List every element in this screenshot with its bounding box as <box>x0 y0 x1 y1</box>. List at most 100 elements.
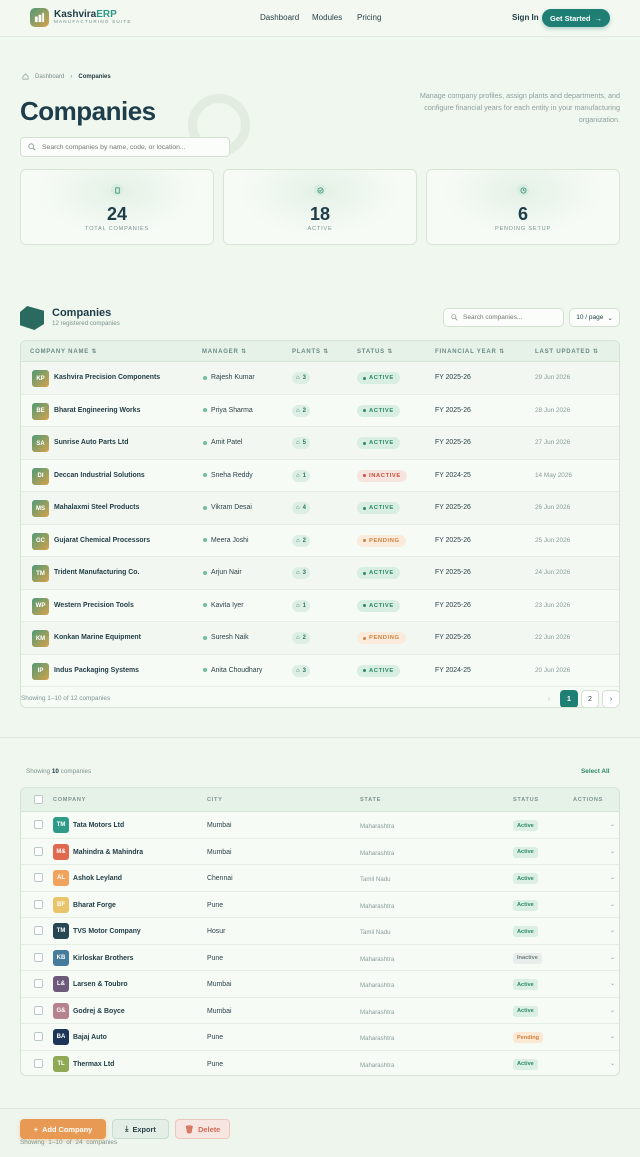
table-row[interactable]: DI Deccan Industrial Solutions Sneha Reddy… <box>21 460 619 492</box>
more-actions-icon[interactable]: ⌄ <box>610 848 615 855</box>
col-plants[interactable]: PLANTS ⇅ <box>292 348 329 355</box>
row-checkbox[interactable] <box>34 979 43 988</box>
company-name[interactable]: Western Precision Tools <box>54 602 134 609</box>
add-company-button[interactable]: + Add Company <box>20 1119 106 1139</box>
company-name[interactable]: Bharat Forge <box>73 902 116 909</box>
table-row[interactable]: M& Mahindra & Mahindra Mumbai Maharashtra Ac… <box>21 839 619 865</box>
table-row[interactable]: TM Tata Motors Ltd Mumbai Maharashtra Active… <box>21 812 619 839</box>
company-name[interactable]: Mahalaxmi Steel Products <box>54 504 139 511</box>
company-name[interactable]: Sunrise Auto Parts Ltd <box>54 439 128 446</box>
table-row[interactable]: BF Bharat Forge Pune Maharashtra Active ⌄ <box>21 892 619 918</box>
plants-badge: ⌂ 2 <box>292 404 310 417</box>
table-row[interactable]: MS Mahalaxmi Steel Products Vikram Desai ⌂ 4… <box>21 492 619 525</box>
city: Mumbai <box>207 822 232 829</box>
row-checkbox[interactable] <box>34 1058 43 1068</box>
select-all-checkbox[interactable] <box>34 795 43 804</box>
company-name[interactable]: Indus Packaging Systems <box>54 667 139 674</box>
get-started-button[interactable]: Get Started → <box>542 9 610 27</box>
company-name[interactable]: Konkan Marine Equipment <box>54 634 141 641</box>
sign-in-link[interactable]: Sign In <box>512 13 539 22</box>
status-dot-icon <box>363 474 366 477</box>
factory-icon: ⌂ <box>296 570 300 576</box>
company-avatar: L& <box>53 976 69 992</box>
more-actions-icon[interactable]: ⌄ <box>610 821 615 828</box>
status-badge: Inactive <box>513 952 542 964</box>
row-checkbox[interactable] <box>34 952 43 962</box>
more-actions-icon[interactable]: ⌄ <box>610 874 615 881</box>
nav-link-modules[interactable]: Modules <box>312 13 342 22</box>
company-name[interactable]: Thermax Ltd <box>73 1061 114 1068</box>
pagination-prev[interactable]: ‹ <box>540 690 558 707</box>
col-state: STATE <box>360 797 382 803</box>
select-all-link[interactable]: Select All <box>581 768 610 775</box>
row-checkbox[interactable] <box>34 820 43 829</box>
table-search[interactable] <box>443 308 564 327</box>
brand-tagline: MANUFACTURING SUITE <box>54 19 132 24</box>
row-checkbox[interactable] <box>34 899 43 909</box>
nav-link-dashboard[interactable]: Dashboard <box>260 13 299 22</box>
row-checkbox[interactable] <box>34 1032 43 1041</box>
col-company-name[interactable]: COMPANY NAME ⇅ <box>30 348 97 355</box>
table-row[interactable]: L& Larsen & Toubro Mumbai Maharashtra Active… <box>21 971 619 998</box>
table-row[interactable]: SA Sunrise Auto Parts Ltd Amit Patel ⌂ 5 ACTI… <box>21 427 619 460</box>
company-name[interactable]: Bajaj Auto <box>73 1034 107 1041</box>
col-manager[interactable]: MANAGER ⇅ <box>202 348 247 355</box>
company-name[interactable]: Bharat Engineering Works <box>54 407 140 414</box>
table-row[interactable]: TM Trident Manufacturing Co. Arjun Nair ⌂ 3 A… <box>21 557 619 590</box>
company-name[interactable]: Kashvira Precision Components <box>54 374 160 381</box>
table-row[interactable]: KP Kashvira Precision Components Rajesh Ku… <box>21 362 619 395</box>
company-name[interactable]: TVS Motor Company <box>73 928 141 935</box>
table-row[interactable]: G& Godrej & Boyce Mumbai Maharashtra Active ⌄ <box>21 998 619 1024</box>
table-row[interactable]: AL Ashok Leyland Chennai Tamil Nadu Active ⌄ <box>21 865 619 892</box>
last-updated: 22 Jun 2026 <box>535 634 571 641</box>
table-row[interactable]: IP Indus Packaging Systems Anita Choudhary… <box>21 655 619 687</box>
table-row[interactable]: BE Bharat Engineering Works Priya Sharma ⌂ 2… <box>21 395 619 427</box>
company-name[interactable]: Deccan Industrial Solutions <box>54 472 145 479</box>
row-checkbox[interactable] <box>34 1005 43 1015</box>
per-page-select[interactable]: 10 / page ⌄ <box>569 308 620 327</box>
company-name[interactable]: Ashok Leyland <box>73 875 122 882</box>
more-actions-icon[interactable]: ⌄ <box>610 901 615 908</box>
more-actions-icon[interactable]: ⌄ <box>610 1060 615 1067</box>
company-name[interactable]: Larsen & Toubro <box>73 981 128 988</box>
table-search-input[interactable] <box>463 314 559 321</box>
table-row[interactable]: KM Konkan Marine Equipment Suresh Naik ⌂ 2 PE… <box>21 622 619 655</box>
status-badge: ACTIVE <box>357 437 400 449</box>
col-last-updated[interactable]: LAST UPDATED ⇅ <box>535 348 599 355</box>
company-name[interactable]: Kirloskar Brothers <box>73 955 134 962</box>
building-icon <box>111 184 123 196</box>
table-row[interactable]: KB Kirloskar Brothers Pune Maharashtra Inact… <box>21 945 619 971</box>
export-button[interactable]: ⤓ Export <box>112 1119 169 1139</box>
table-row[interactable]: GC Gujarat Chemical Processors Meera Joshi… <box>21 525 619 557</box>
more-actions-icon[interactable]: ⌄ <box>610 954 615 961</box>
more-actions-icon[interactable]: ⌄ <box>610 980 615 987</box>
nav-link-pricing[interactable]: Pricing <box>357 13 381 22</box>
logo-icon[interactable] <box>30 8 49 27</box>
more-actions-icon[interactable]: ⌄ <box>610 1007 615 1014</box>
pagination-page-1[interactable]: 1 <box>560 690 578 707</box>
col-financial-year[interactable]: FINANCIAL YEAR ⇅ <box>435 348 505 355</box>
row-checkbox[interactable] <box>34 846 43 856</box>
last-updated: 20 Jun 2026 <box>535 666 571 674</box>
row-checkbox[interactable] <box>34 873 43 882</box>
pagination-page-2[interactable]: 2 <box>581 690 599 707</box>
table-row[interactable]: BA Bajaj Auto Pune Maharashtra Pending ⌄ <box>21 1024 619 1051</box>
delete-button[interactable]: 🗑 Delete <box>175 1119 230 1139</box>
table-row[interactable]: WP Western Precision Tools Kavita Iyer ⌂ 1 AC… <box>21 590 619 622</box>
company-name[interactable]: Godrej & Boyce <box>73 1008 125 1015</box>
search-input[interactable] <box>42 143 222 151</box>
pagination-next[interactable]: › <box>602 690 619 707</box>
company-name[interactable]: Trident Manufacturing Co. <box>54 569 139 576</box>
table-row[interactable]: TM TVS Motor Company Hosur Tamil Nadu Active… <box>21 918 619 945</box>
company-name[interactable]: Tata Motors Ltd <box>73 822 124 829</box>
breadcrumb-dashboard[interactable]: Dashboard <box>35 74 64 80</box>
more-actions-icon[interactable]: ⌄ <box>610 1033 615 1040</box>
row-checkbox[interactable] <box>34 926 43 935</box>
company-name[interactable]: Mahindra & Mahindra <box>73 849 143 856</box>
table-row[interactable]: TL Thermax Ltd Pune Maharashtra Active ⌄ <box>21 1051 619 1076</box>
company-name[interactable]: Gujarat Chemical Processors <box>54 537 150 544</box>
col-status[interactable]: STATUS ⇅ <box>357 348 393 355</box>
more-actions-icon[interactable]: ⌄ <box>610 927 615 934</box>
company-search[interactable] <box>20 137 230 157</box>
manager-dot-icon <box>203 473 207 477</box>
